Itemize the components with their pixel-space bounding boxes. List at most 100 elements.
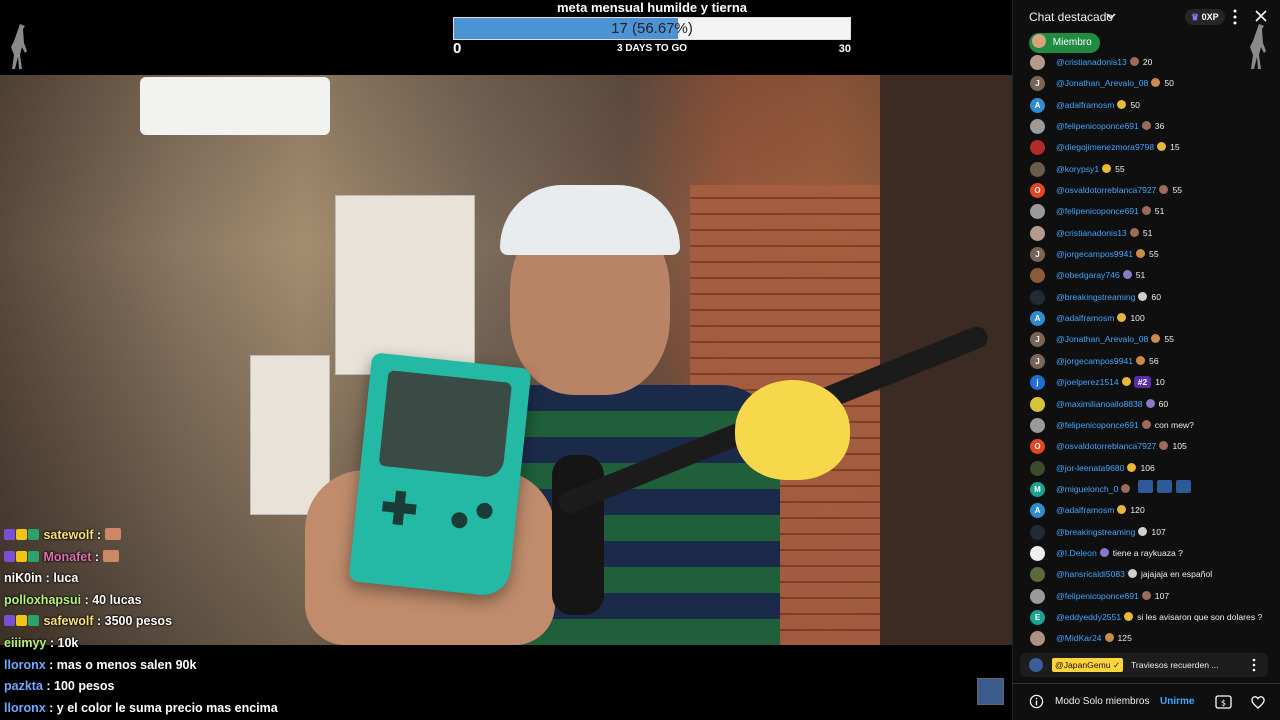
author-avatar[interactable]: J (1030, 247, 1045, 263)
author-name[interactable]: @hansricaldi5083 (1056, 569, 1125, 579)
xp-badge[interactable]: ♛ 0XP (1185, 9, 1225, 25)
author-avatar[interactable]: O (1030, 439, 1045, 455)
chat-message[interactable]: @felipenicoponce691 36 (1013, 116, 1280, 137)
chat-mode-selector[interactable]: Chat destacado (1029, 10, 1113, 24)
author-name[interactable]: @felipenicoponce691 (1056, 420, 1139, 430)
stream-video[interactable]: meta mensual humilde y tierna 17 (56.67%… (0, 0, 1012, 720)
author-name[interactable]: @felipenicoponce691 (1056, 121, 1139, 131)
chat-message[interactable]: @breakingstreaming 107 (1013, 522, 1280, 543)
author-name[interactable]: @breakingstreaming (1056, 527, 1135, 537)
heart-icon[interactable] (1250, 694, 1266, 710)
more-vert-icon[interactable] (1251, 657, 1257, 673)
chat-message[interactable]: J @jorgecampos9941 55 (1013, 244, 1280, 265)
author-avatar[interactable]: A (1030, 503, 1045, 519)
chat-message[interactable]: A @adalframosm 120 (1013, 500, 1280, 521)
chat-message[interactable]: E @eddyeddy2551 si les avisaron que son do… (1013, 607, 1280, 628)
chat-messages-list[interactable]: @cristianadonis13 20 J @Jonathan_Arevalo_08… (1013, 52, 1280, 649)
author-name[interactable]: @joelperez1514 (1056, 377, 1119, 387)
author-avatar[interactable]: A (1030, 97, 1045, 113)
author-avatar[interactable] (1030, 524, 1045, 540)
author-avatar[interactable]: O (1030, 183, 1045, 199)
author-avatar[interactable] (1030, 289, 1045, 305)
chat-message[interactable]: @obedgaray746 51 (1013, 265, 1280, 286)
author-name[interactable]: @adalframosm (1056, 100, 1114, 110)
chat-message[interactable]: @felipenicoponce691 con mew? (1013, 415, 1280, 436)
author-name[interactable]: @I.Deleon (1056, 548, 1097, 558)
pinned-author[interactable]: @JapanGemu ✓ (1052, 658, 1124, 672)
super-chat-icon[interactable]: $ (1215, 695, 1232, 709)
chat-message[interactable]: @hansricaldi5083 jajajaja en español (1013, 564, 1280, 585)
author-name[interactable]: @korypsy1 (1056, 164, 1099, 174)
author-name[interactable]: @miguelonch_0 (1056, 484, 1118, 494)
author-avatar[interactable] (1030, 119, 1045, 135)
author-avatar[interactable]: J (1030, 353, 1045, 369)
chat-message[interactable]: @maximilianoallo8838 60 (1013, 394, 1280, 415)
twitch-username[interactable]: satewolf (43, 528, 93, 542)
chat-message[interactable]: J @jorgecampos9941 56 (1013, 351, 1280, 372)
author-name[interactable]: @jor-leenata9680 (1056, 463, 1124, 473)
author-name[interactable]: @breakingstreaming (1056, 292, 1135, 302)
author-avatar[interactable]: j (1030, 375, 1045, 391)
chat-message[interactable]: @felipenicoponce691 107 (1013, 586, 1280, 607)
twitch-username[interactable]: pazkta (4, 679, 43, 693)
author-name[interactable]: @Jonathan_Arevalo_08 (1056, 334, 1148, 344)
chat-message[interactable]: A @adalframosm 50 (1013, 95, 1280, 116)
chat-message[interactable]: M @miguelonch_0 (1013, 479, 1280, 500)
author-avatar[interactable] (1030, 55, 1045, 70)
author-name[interactable]: @adalframosm (1056, 505, 1114, 515)
chat-message[interactable]: @korypsy1 55 (1013, 159, 1280, 180)
chevron-down-icon[interactable] (1106, 11, 1116, 21)
author-name[interactable]: @Jonathan_Arevalo_08 (1056, 78, 1148, 88)
author-avatar[interactable] (1030, 225, 1045, 241)
author-avatar[interactable]: A (1030, 311, 1045, 327)
author-avatar[interactable] (1030, 545, 1045, 561)
twitch-username[interactable]: eiiimyy (4, 636, 46, 650)
author-avatar[interactable] (1030, 588, 1045, 604)
author-avatar[interactable] (1030, 460, 1045, 476)
chat-message[interactable]: @cristianadonis13 20 (1013, 52, 1280, 73)
chat-message[interactable]: J @Jonathan_Arevalo_08 55 (1013, 329, 1280, 350)
author-avatar[interactable]: M (1030, 481, 1045, 497)
chat-message[interactable]: O @osvaldotorreblanca7927 55 (1013, 180, 1280, 201)
author-name[interactable]: @cristianadonis13 (1056, 228, 1127, 238)
author-name[interactable]: @MidKar24 (1056, 633, 1102, 643)
author-avatar[interactable] (1030, 567, 1045, 583)
author-name[interactable]: @eddyeddy2551 (1056, 612, 1121, 622)
twitch-username[interactable]: Monafet (43, 550, 91, 564)
chat-message[interactable]: J @Jonathan_Arevalo_08 50 (1013, 73, 1280, 94)
more-vert-icon[interactable] (1231, 8, 1239, 26)
twitch-username[interactable]: safewolf (43, 614, 93, 628)
chat-message[interactable]: @MidKar24 125 (1013, 628, 1280, 649)
chat-message[interactable]: @felipenicoponce691 51 (1013, 201, 1280, 222)
chat-message[interactable]: @I.Deleon tiene a raykuaza ? (1013, 543, 1280, 564)
author-avatar[interactable] (1030, 204, 1045, 220)
info-icon[interactable] (1029, 694, 1044, 709)
join-button[interactable]: Unirme (1160, 684, 1194, 720)
author-name[interactable]: @adalframosm (1056, 313, 1114, 323)
twitch-username[interactable]: polloxhapsui (4, 593, 81, 607)
author-avatar[interactable]: J (1030, 76, 1045, 92)
chat-message[interactable]: @cristianadonis13 51 (1013, 223, 1280, 244)
author-avatar[interactable] (1030, 268, 1045, 284)
twitch-username[interactable]: lloronx (4, 701, 46, 715)
author-name[interactable]: @maximilianoallo8838 (1056, 399, 1143, 409)
author-avatar[interactable] (1030, 396, 1045, 412)
author-avatar[interactable] (1030, 140, 1045, 156)
member-filter-chip[interactable]: Miembro (1029, 33, 1100, 53)
author-name[interactable]: @cristianadonis13 (1056, 57, 1127, 67)
chat-message[interactable]: A @adalframosm 100 (1013, 308, 1280, 329)
twitch-username[interactable]: lloronx (4, 658, 46, 672)
chat-message[interactable]: j @joelperez1514 #2 10 (1013, 372, 1280, 393)
author-avatar[interactable] (1030, 631, 1045, 647)
author-avatar[interactable]: J (1030, 332, 1045, 348)
pinned-message[interactable]: @JapanGemu ✓ Traviesos recuerden ... (1020, 653, 1268, 677)
author-name[interactable]: @jorgecampos9941 (1056, 249, 1133, 259)
author-avatar[interactable] (1030, 417, 1045, 433)
chat-message[interactable]: O @osvaldotorreblanca7927 105 (1013, 436, 1280, 457)
author-avatar[interactable] (1030, 161, 1045, 177)
author-name[interactable]: @osvaldotorreblanca7927 (1056, 441, 1156, 451)
author-name[interactable]: @jorgecampos9941 (1056, 356, 1133, 366)
twitch-username[interactable]: niK0in (4, 571, 42, 585)
author-name[interactable]: @felipenicoponce691 (1056, 591, 1139, 601)
author-name[interactable]: @diegojimenezmora9798 (1056, 142, 1154, 152)
